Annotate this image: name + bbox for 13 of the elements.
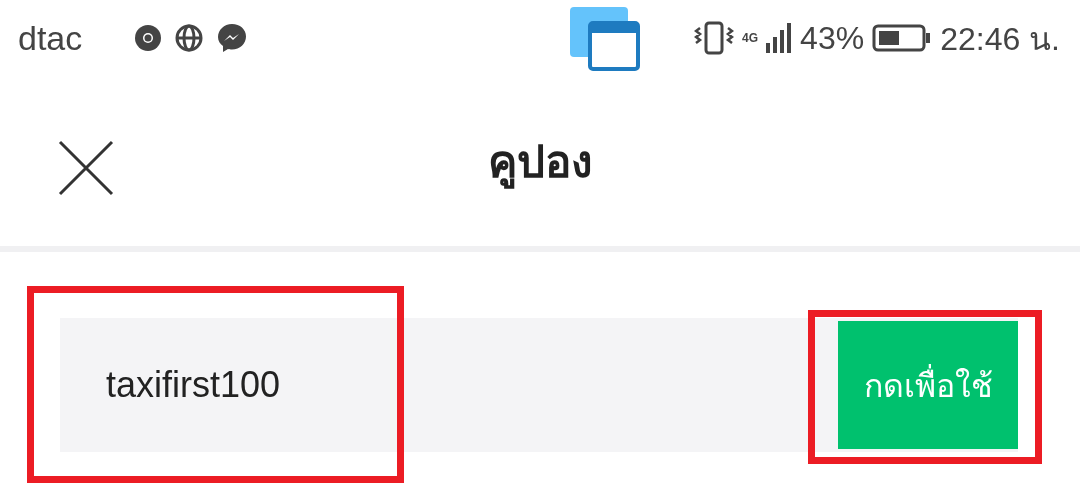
clock: 22:46 น. xyxy=(940,19,1060,59)
network-label: 4G xyxy=(742,31,759,45)
messenger-icon xyxy=(216,22,249,54)
coupon-field[interactable]: taxifirst100 กดเพื่อใช้ xyxy=(60,318,1018,452)
windows-icon xyxy=(568,5,641,71)
page-title: คูปอง xyxy=(488,135,592,191)
signal-icon xyxy=(766,23,793,53)
battery-percent: 43% xyxy=(800,19,865,57)
globe-icon xyxy=(174,23,205,53)
carrier-name: dtac xyxy=(18,18,83,58)
close-button[interactable] xyxy=(56,138,116,198)
battery-icon xyxy=(872,24,933,52)
vibrate-icon xyxy=(694,20,735,56)
